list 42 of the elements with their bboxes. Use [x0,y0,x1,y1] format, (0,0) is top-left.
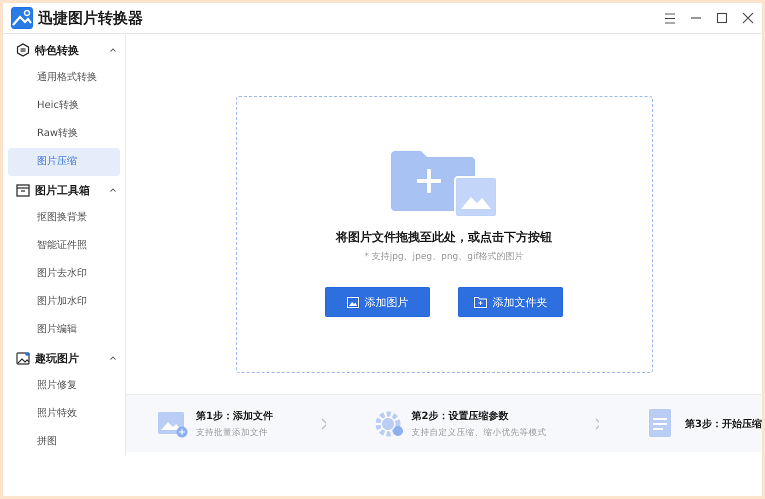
sidebar-item[interactable]: 拼图 [8,428,120,456]
drop-zone[interactable]: 将图片文件拖拽至此处，或点击下方按钮 * 支持jpg、jpeg、png、gif格式的图片 添加图片 添加文件夹 [236,96,652,373]
format-hint: * 支持jpg、jpeg、png、gif格式的图片 [364,250,524,263]
convert-icon [16,43,30,57]
toolbox-icon [16,184,30,196]
window-title: 迅捷图片转换器 [38,8,143,28]
image-icon [346,296,358,308]
caret-icon [110,356,116,360]
sidebar-group[interactable]: 图片工具箱 [8,176,120,204]
caret-icon [110,48,116,52]
sidebar-item[interactable]: 智能证件照 [8,232,120,260]
chevron-right-icon [594,418,600,430]
chevron-right-icon [320,418,326,430]
sidebar-item[interactable]: 通用格式转换 [8,64,120,92]
image-add-icon [158,410,188,438]
sidebar-item[interactable]: 图片去水印 [8,260,120,288]
step-title: 第3步：开始压缩 [685,418,762,430]
sidebar-item[interactable]: Raw转换 [8,120,120,148]
maximize-icon[interactable] [716,12,728,24]
caret-icon [110,188,116,192]
add-button[interactable]: 添加图片 [325,287,430,317]
step-description: 支持自定义压缩、缩小优先等模式 [412,426,546,438]
sidebar-item[interactable]: 图片编辑 [8,316,120,344]
step-title: 第2步：设置压缩参数 [412,410,510,422]
sidebar-item[interactable]: 照片特效 [8,400,120,428]
gear-icon [374,410,404,438]
sidebar-item[interactable]: Heic转换 [8,92,120,120]
sidebar-group[interactable]: 趣玩图片 [8,344,120,372]
close-icon[interactable] [742,12,754,24]
folder-plus-icon [474,296,486,308]
step-title: 第1步：添加文件 [196,410,273,422]
sidebar-item[interactable]: 图片压缩 [8,148,120,176]
picture-icon [16,351,30,365]
sidebar-item[interactable]: 图片加水印 [8,288,120,316]
sidebar-item[interactable]: 抠图换背景 [8,204,120,232]
sidebar-item[interactable]: 照片修复 [8,372,120,400]
menu-icon[interactable] [664,12,676,24]
step-description: 支持批量添加文件 [196,426,269,438]
drop-instruction: 将图片文件拖拽至此处，或点击下方按钮 [336,229,552,246]
app-logo-icon [11,7,33,29]
add-button[interactable]: 添加文件夹 [458,287,563,317]
sidebar-group[interactable]: 特色转换 [8,36,120,64]
